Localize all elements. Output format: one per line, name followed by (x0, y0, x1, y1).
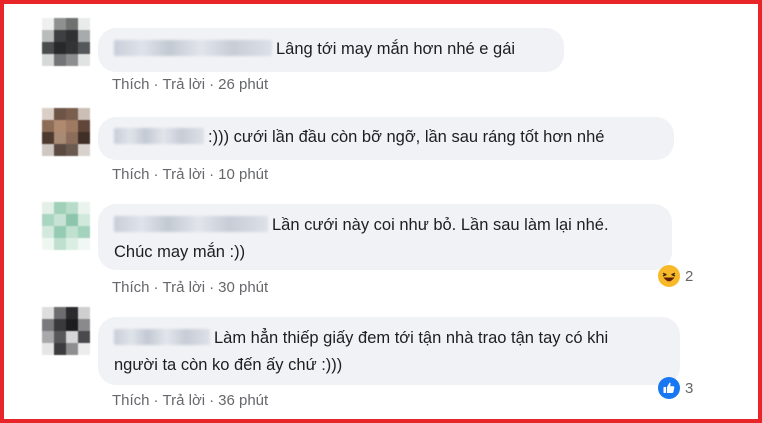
avatar[interactable] (42, 307, 90, 355)
reaction-count: 3 (685, 379, 694, 397)
timestamp-link[interactable]: 10 phút (218, 166, 268, 183)
comment-actions: Thích · Trả lời · 10 phút (112, 166, 269, 183)
timestamp-link[interactable]: 36 phút (218, 392, 268, 409)
reaction-count: 2 (685, 267, 694, 285)
reply-link[interactable]: Trả lời (163, 279, 206, 296)
like-link[interactable]: Thích (112, 392, 150, 409)
screenshot-frame: Lâng tới may mắn hơn nhé e gái Thích · Trả… (0, 0, 762, 423)
author-name-blurred[interactable] (114, 39, 272, 56)
like-reaction-icon (658, 377, 680, 399)
timestamp-link[interactable]: 30 phút (218, 279, 268, 296)
comment-text: Lâng tới may mắn hơn nhé e gái (276, 40, 516, 58)
author-name-blurred[interactable] (114, 328, 210, 345)
comment-text-line-2: người ta còn ko đến ấy chứ :))) (114, 356, 343, 374)
comment-text-line-1: Lần cưới này coi như bỏ. Lần sau làm lại… (272, 216, 609, 234)
haha-reaction-icon (658, 265, 680, 287)
comment-actions: Thích · Trả lời · 26 phút (112, 76, 269, 93)
avatar[interactable] (42, 202, 90, 250)
comment-bubble: :))) cưới lần đầu còn bỡ ngỡ, lần sau rá… (98, 117, 674, 160)
comment-text: :))) cưới lần đầu còn bỡ ngỡ, lần sau rá… (208, 128, 605, 146)
reaction-summary[interactable]: 3 (658, 376, 693, 400)
author-name-blurred[interactable] (114, 127, 204, 144)
timestamp-link[interactable]: 26 phút (218, 76, 268, 93)
reply-link[interactable]: Trả lời (163, 392, 206, 409)
comment-text-line-1: Làm hẳn thiếp giấy đem tới tận nhà trao … (214, 329, 609, 347)
like-link[interactable]: Thích (112, 279, 150, 296)
reply-link[interactable]: Trả lời (163, 76, 206, 93)
avatar[interactable] (42, 108, 90, 156)
comment-bubble: Lần cưới này coi như bỏ. Lần sau làm lại… (98, 204, 672, 270)
comment-actions: Thích · Trả lời · 36 phút (112, 392, 269, 409)
like-link[interactable]: Thích (112, 166, 150, 183)
comment-bubble: Lâng tới may mắn hơn nhé e gái (98, 28, 564, 72)
comment-bubble: Làm hẳn thiếp giấy đem tới tận nhà trao … (98, 317, 680, 385)
comment-text-line-2: Chúc may mắn :)) (114, 243, 246, 261)
like-link[interactable]: Thích (112, 76, 150, 93)
reaction-summary[interactable]: 2 (658, 264, 693, 288)
reply-link[interactable]: Trả lời (163, 166, 206, 183)
comment-actions: Thích · Trả lời · 30 phút (112, 279, 269, 296)
avatar[interactable] (42, 18, 90, 66)
author-name-blurred[interactable] (114, 215, 268, 232)
